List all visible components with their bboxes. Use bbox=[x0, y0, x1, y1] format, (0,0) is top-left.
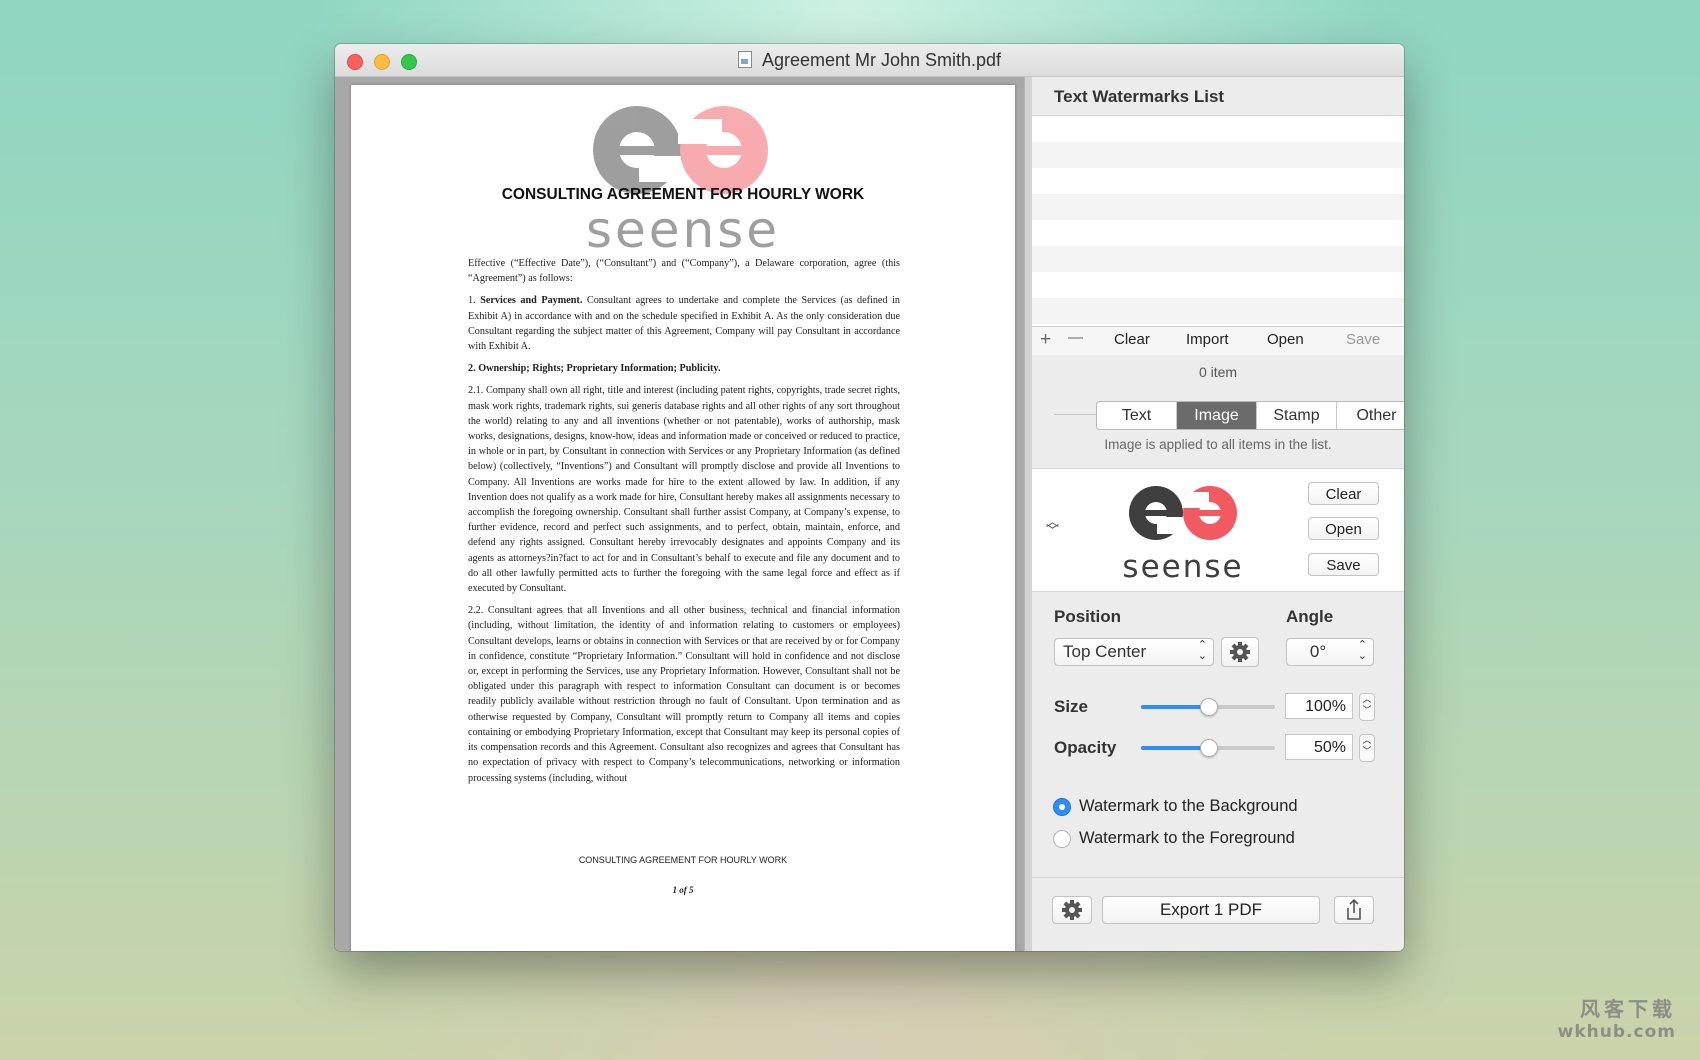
document-watermark-logo: seense bbox=[351, 89, 1015, 259]
document-heading: CONSULTING AGREEMENT FOR HOURLY WORK bbox=[501, 186, 865, 203]
list-toolbar: + — Clear Import Open Save bbox=[1032, 326, 1404, 355]
watermarks-list-title: Text Watermarks List bbox=[1054, 87, 1225, 106]
position-label: Position bbox=[1054, 607, 1122, 626]
open-image-button[interactable]: Open bbox=[1308, 517, 1379, 540]
gear-icon bbox=[1062, 900, 1082, 920]
window-title: Agreement Mr John Smith.pdf bbox=[335, 50, 1404, 71]
site-watermark-en: wkhub.com bbox=[1557, 1022, 1676, 1042]
document-section-2-heading: 2. Ownership; Rights; Proprietary Inform… bbox=[468, 361, 900, 376]
background-radio[interactable] bbox=[1053, 798, 1071, 816]
export-settings-button[interactable] bbox=[1052, 896, 1092, 924]
opacity-slider-knob[interactable] bbox=[1200, 739, 1218, 757]
watermarks-list-header: Text Watermarks List bbox=[1032, 77, 1404, 116]
section-2-heading: 2. Ownership; Rights; Proprietary Inform… bbox=[468, 363, 721, 375]
add-item-button[interactable]: + bbox=[1040, 329, 1051, 351]
gear-icon bbox=[1230, 642, 1250, 662]
image-preview[interactable]: seense bbox=[1122, 477, 1254, 588]
angle-popup[interactable]: 0° ⌃ ⌄ bbox=[1286, 638, 1374, 666]
opacity-stepper[interactable]: ︿ ﹀ bbox=[1359, 734, 1375, 762]
pdf-page: seense CONSULTING AGREEMENT FOR HOURLY W… bbox=[351, 85, 1015, 951]
open-list-button[interactable]: Open bbox=[1267, 331, 1304, 348]
tab-text[interactable]: Text bbox=[1097, 402, 1177, 429]
tab-other[interactable]: Other bbox=[1337, 402, 1404, 429]
image-watermark-box: ︿ ﹀ seense Clear Open Save bbox=[1032, 468, 1404, 592]
position-settings-button[interactable] bbox=[1221, 637, 1259, 667]
size-slider[interactable] bbox=[1141, 698, 1275, 716]
window-title-text: Agreement Mr John Smith.pdf bbox=[761, 50, 1002, 70]
document-watermark-text: seense bbox=[586, 201, 780, 254]
up-down-arrows-icon[interactable]: ︿ ﹀ bbox=[1046, 515, 1059, 537]
foreground-radio-label[interactable]: Watermark to the Foreground bbox=[1079, 829, 1295, 848]
seense-logo-graphic: seense bbox=[1122, 486, 1244, 585]
tab-note: Image is applied to all items in the lis… bbox=[1104, 437, 1332, 452]
watermark-sidebar: Text Watermarks List + — Clear Import Op… bbox=[1032, 77, 1404, 951]
watermark-type-tabs: Text Image Stamp Other bbox=[1096, 401, 1404, 430]
page-number: 1 of 5 bbox=[672, 885, 694, 895]
size-slider-knob[interactable] bbox=[1200, 698, 1218, 716]
title-bar: Agreement Mr John Smith.pdf bbox=[335, 44, 1404, 77]
foreground-radio[interactable] bbox=[1053, 830, 1071, 848]
document-intro: Effective (“Effective Date”), (“Consulta… bbox=[468, 258, 900, 285]
logo-text: seense bbox=[1124, 549, 1244, 583]
pdf-document-icon bbox=[737, 51, 752, 68]
tab-stamp[interactable]: Stamp bbox=[1257, 402, 1337, 429]
site-watermark-cn: 风客下载 bbox=[1580, 997, 1676, 1021]
section-1-number: 1. bbox=[468, 295, 476, 307]
angle-chevron-icon: ⌃ ⌄ bbox=[1357, 639, 1367, 662]
share-button[interactable] bbox=[1334, 896, 1374, 924]
opacity-field[interactable]: 50% bbox=[1285, 734, 1353, 760]
size-stepper[interactable]: ︿ ﹀ bbox=[1359, 693, 1375, 721]
bottom-divider bbox=[1032, 877, 1404, 878]
clear-list-button[interactable]: Clear bbox=[1114, 331, 1150, 348]
export-pdf-label: Export 1 PDF bbox=[1159, 900, 1263, 919]
document-preview-area[interactable]: seense CONSULTING AGREEMENT FOR HOURLY W… bbox=[335, 77, 1024, 951]
size-field[interactable]: 100% bbox=[1285, 693, 1353, 719]
share-icon bbox=[1347, 898, 1361, 920]
remove-item-button[interactable]: — bbox=[1068, 329, 1083, 346]
app-window: Agreement Mr John Smith.pdf seense CONSU… bbox=[335, 44, 1404, 951]
save-image-button[interactable]: Save bbox=[1308, 553, 1379, 576]
document-section-2-1: 2.1. Company shall own all right, title … bbox=[468, 385, 901, 595]
position-popup[interactable]: Top Center ⌃ ⌄ bbox=[1054, 638, 1214, 666]
document-section-2-2: 2.2. Consultant agrees that all Inventio… bbox=[468, 605, 901, 784]
angle-label: Angle bbox=[1286, 607, 1334, 626]
document-body: Effective (“Effective Date”), (“Consulta… bbox=[468, 256, 900, 793]
export-pdf-button[interactable]: Export 1 PDF bbox=[1102, 896, 1320, 924]
tab-image[interactable]: Image bbox=[1177, 402, 1257, 429]
document-watermark-graphic: seense bbox=[586, 106, 780, 259]
size-slider-fill bbox=[1141, 705, 1208, 709]
popup-chevron-icon: ⌃ ⌄ bbox=[1197, 639, 1207, 662]
clear-image-button[interactable]: Clear bbox=[1308, 482, 1379, 505]
document-section-1: 1. Services and Payment. Consultant agre… bbox=[468, 293, 900, 354]
angle-value: 0° bbox=[1309, 642, 1327, 661]
item-count: 0 item bbox=[1198, 364, 1238, 380]
opacity-label: Opacity bbox=[1054, 738, 1117, 757]
background-radio-label[interactable]: Watermark to the Background bbox=[1079, 797, 1298, 816]
size-label: Size bbox=[1054, 697, 1089, 716]
opacity-slider[interactable] bbox=[1141, 739, 1275, 757]
page-footer: CONSULTING AGREEMENT FOR HOURLY WORK bbox=[578, 855, 788, 865]
position-value: Top Center bbox=[1063, 642, 1147, 661]
section-1-heading: Services and Payment. bbox=[480, 295, 583, 307]
text-watermarks-list[interactable] bbox=[1032, 116, 1404, 326]
opacity-slider-fill bbox=[1141, 746, 1208, 750]
import-list-button[interactable]: Import bbox=[1186, 331, 1229, 348]
save-list-button[interactable]: Save bbox=[1346, 331, 1380, 348]
site-watermark: 风客下载 wkhub.com bbox=[1558, 993, 1676, 1042]
